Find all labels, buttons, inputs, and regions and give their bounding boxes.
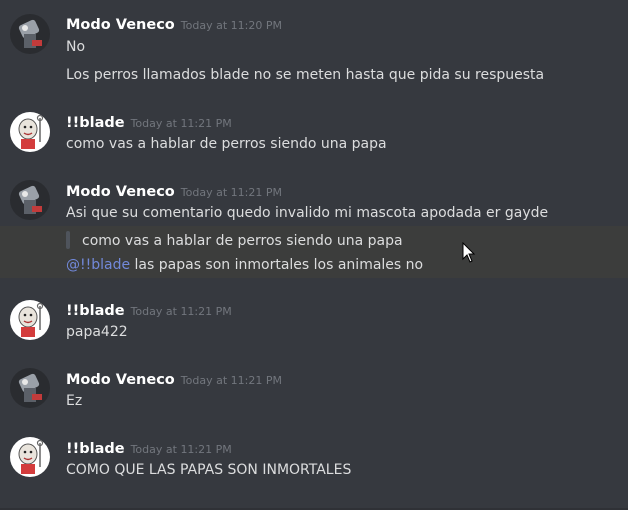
message-text: Asi que su comentario quedo invalido mi …	[66, 205, 549, 221]
blade-avatar-icon[interactable]	[10, 437, 50, 477]
blade-avatar-icon[interactable]	[10, 300, 50, 340]
message-text: Ez	[66, 393, 83, 409]
username[interactable]: Modo Veneco	[66, 372, 175, 388]
username[interactable]: !!blade	[66, 303, 125, 319]
message-text: COMO QUE LAS PAPAS SON INMORTALES	[66, 462, 352, 478]
message-header: Modo Veneco Today at 11:20 PM	[66, 14, 282, 34]
username[interactable]: Modo Veneco	[66, 17, 175, 33]
timestamp[interactable]: Today at 11:21 PM	[181, 374, 282, 387]
veneco-avatar-icon[interactable]	[10, 368, 50, 408]
message-header: !!blade Today at 11:21 PM	[66, 438, 232, 458]
timestamp[interactable]: Today at 11:21 PM	[131, 443, 232, 456]
blade-avatar-icon[interactable]	[10, 112, 50, 152]
chat-messages-pane[interactable]: Modo Veneco Today at 11:20 PM No Los perr…	[0, 0, 628, 510]
message-header: Modo Veneco Today at 11:21 PM	[66, 369, 282, 389]
message-header: !!blade Today at 11:21 PM	[66, 112, 232, 132]
user-mention[interactable]: @!!blade	[66, 257, 130, 273]
veneco-avatar-icon[interactable]	[10, 180, 50, 220]
username[interactable]: !!blade	[66, 441, 125, 457]
timestamp[interactable]: Today at 11:20 PM	[181, 19, 282, 32]
timestamp[interactable]: Today at 11:21 PM	[131, 305, 232, 318]
username[interactable]: !!blade	[66, 115, 125, 131]
username[interactable]: Modo Veneco	[66, 184, 175, 200]
mention-message-text: las papas son inmortales los animales no	[130, 257, 424, 273]
message-text: @!!blade las papas son inmortales los an…	[66, 255, 423, 275]
mouse-cursor-icon	[462, 241, 476, 264]
message-text: No	[66, 39, 86, 55]
message-text: Los perros llamados blade no se meten ha…	[66, 67, 545, 83]
quote-bar	[66, 231, 70, 249]
message-text: como vas a hablar de perros siendo una p…	[66, 136, 387, 152]
message-header: Modo Veneco Today at 11:21 PM	[66, 181, 282, 201]
quoted-text: como vas a hablar de perros siendo una p…	[82, 233, 403, 249]
message-header: !!blade Today at 11:21 PM	[66, 300, 232, 320]
timestamp[interactable]: Today at 11:21 PM	[131, 117, 232, 130]
timestamp[interactable]: Today at 11:21 PM	[181, 186, 282, 199]
veneco-avatar-icon[interactable]	[10, 14, 50, 54]
message-text: papa422	[66, 324, 128, 340]
